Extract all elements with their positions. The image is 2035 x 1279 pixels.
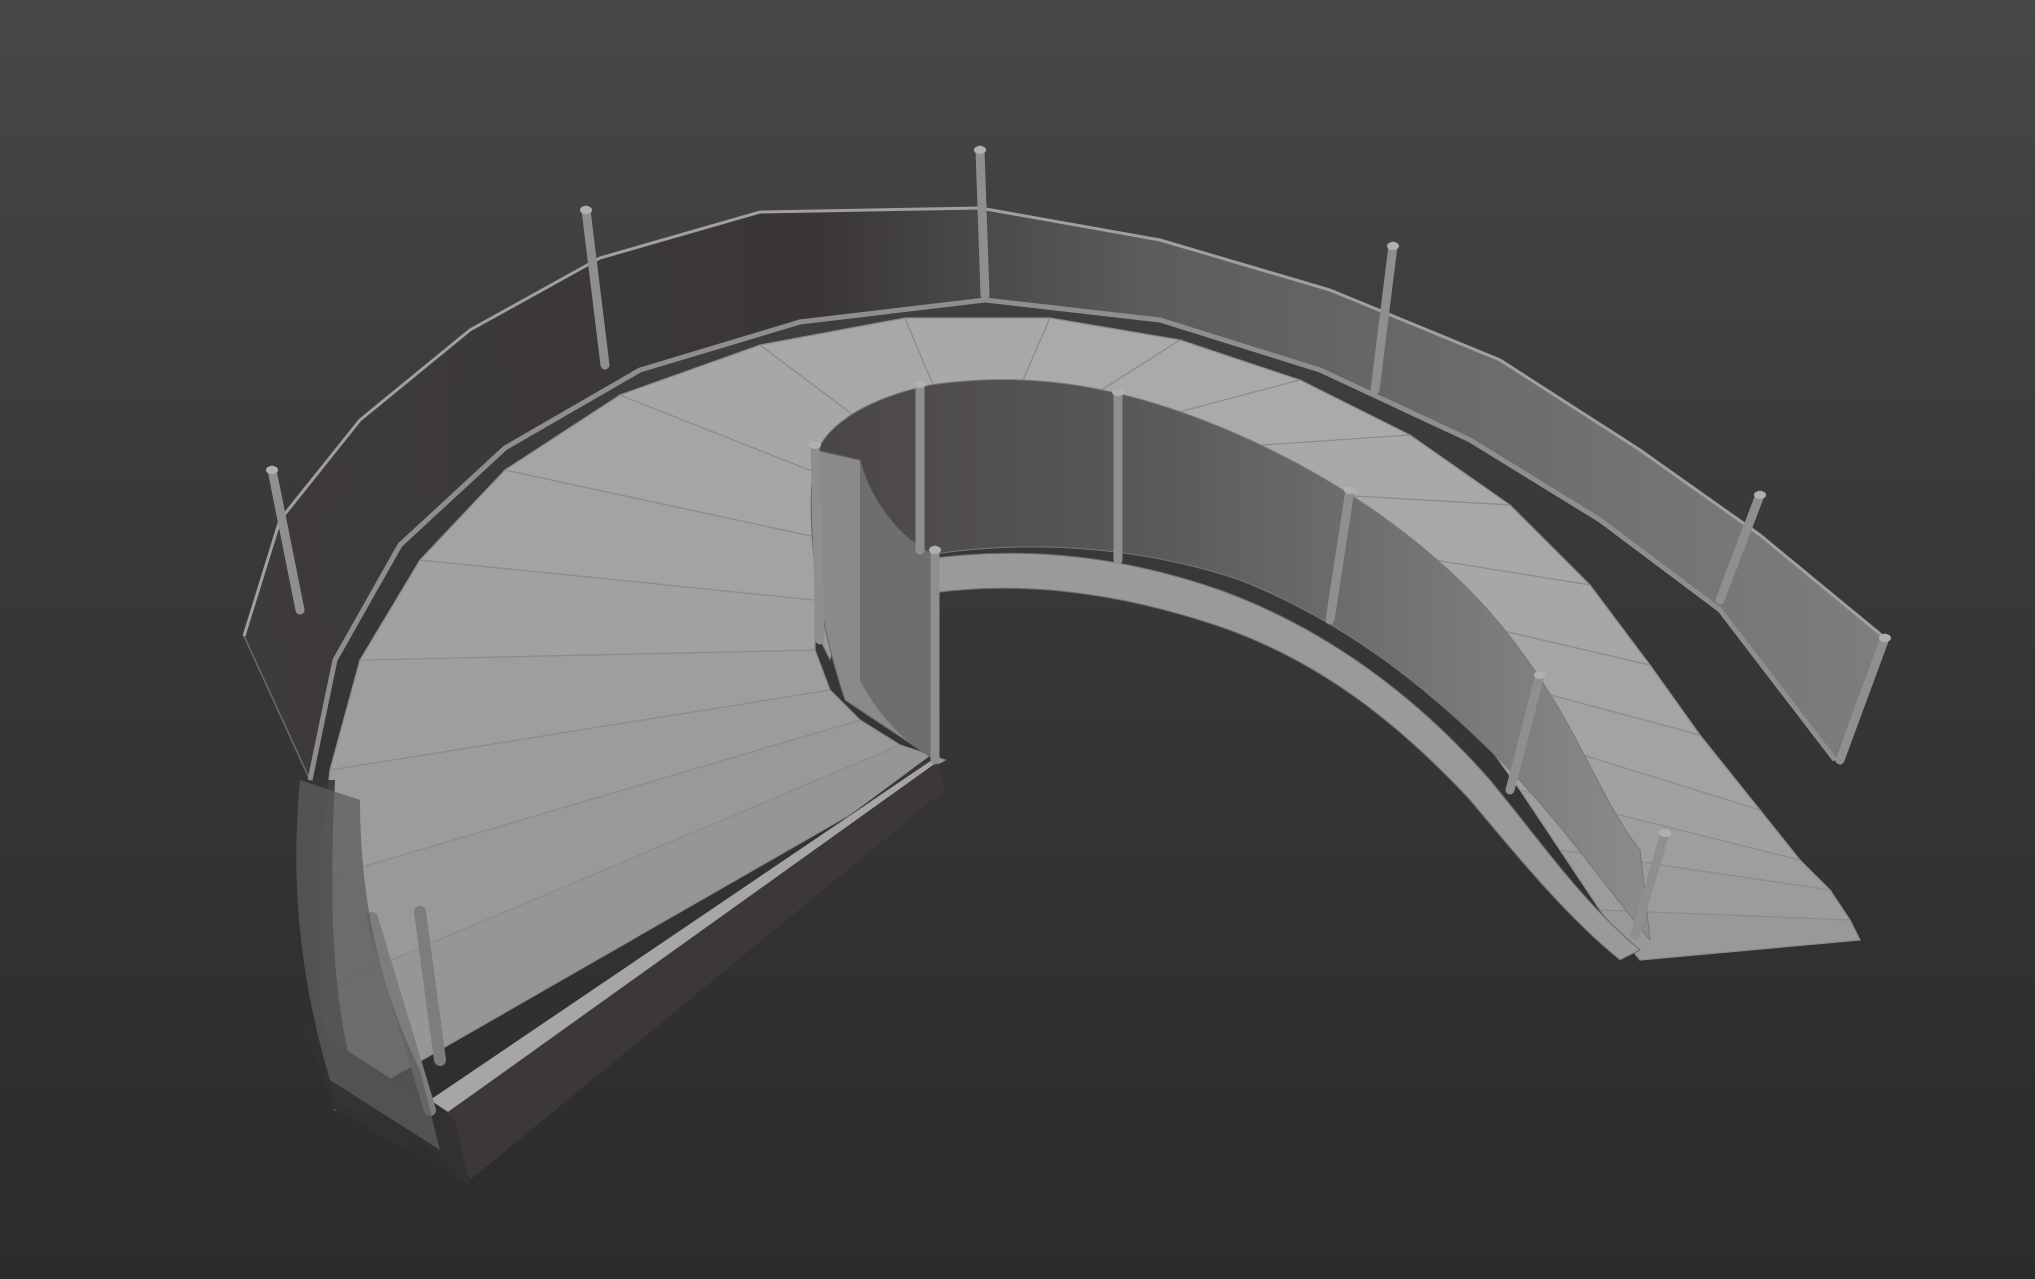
post-cap bbox=[1534, 671, 1546, 679]
post-cap bbox=[1754, 491, 1766, 499]
3d-viewport[interactable] bbox=[0, 0, 2035, 1279]
post-cap bbox=[1344, 486, 1356, 494]
post-cap bbox=[1387, 242, 1399, 250]
post-cap bbox=[914, 380, 926, 388]
post-cap bbox=[809, 441, 821, 449]
outer-post bbox=[975, 145, 990, 300]
inner-post bbox=[810, 440, 825, 645]
staircase-model bbox=[242, 145, 1891, 1185]
post-cap bbox=[929, 546, 941, 554]
post-cap bbox=[1879, 634, 1891, 642]
post-cap bbox=[1112, 388, 1124, 396]
post-cap bbox=[1659, 829, 1671, 837]
post-cap bbox=[266, 466, 278, 474]
post-cap bbox=[580, 206, 592, 214]
post-cap bbox=[974, 146, 986, 154]
